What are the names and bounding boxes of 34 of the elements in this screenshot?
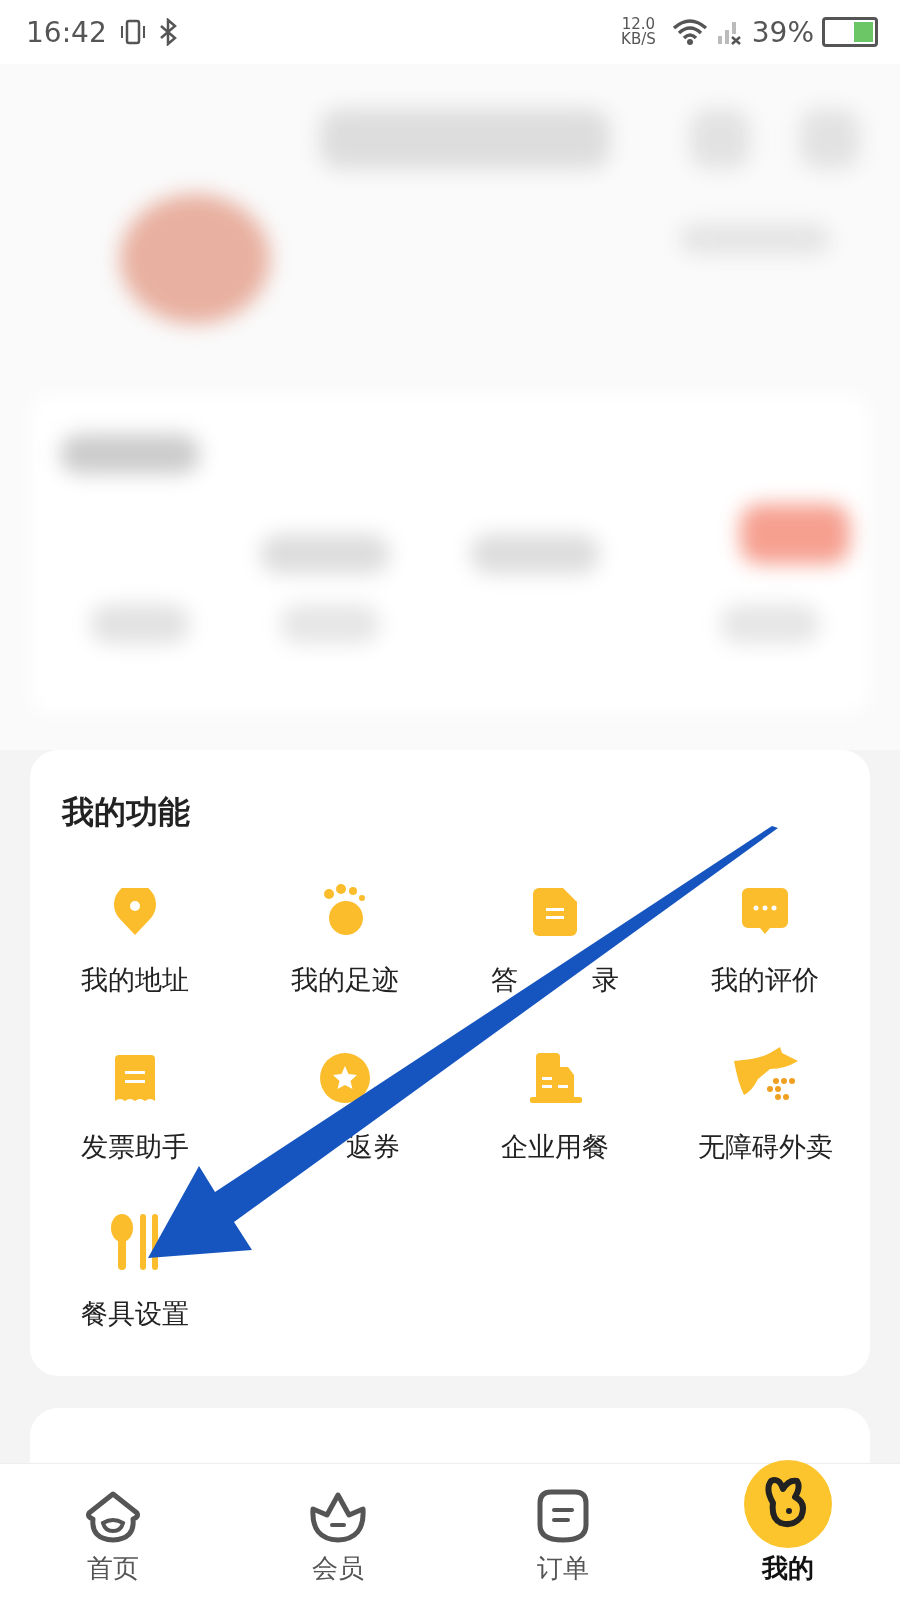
function-label[interactable]: 企业用餐 (501, 1129, 609, 1165)
function-label[interactable]: 返券 (346, 1129, 400, 1165)
bunny-face-icon (742, 1459, 833, 1549)
nav-tab[interactable]: 我的 (675, 1448, 900, 1600)
building-icon (528, 1053, 582, 1103)
chat-bubble-icon (742, 888, 788, 936)
function-label[interactable]: 我的评价 (711, 962, 819, 998)
network-speed: 12.0 (621, 17, 656, 32)
nav-tab[interactable]: 首页 (0, 1464, 225, 1600)
bluetooth-icon (158, 18, 177, 46)
document-icon (533, 888, 577, 936)
battery-icon (822, 17, 878, 47)
wifi-icon (671, 18, 708, 46)
receipt-icon (115, 1055, 155, 1103)
network-speed-unit: KB/S (621, 32, 656, 47)
location-pin-icon (113, 888, 157, 936)
status-time: 16:42 (26, 15, 107, 49)
function-label[interactable]: 无障碍外卖 (697, 1129, 833, 1165)
function-label[interactable]: 餐具设置 (81, 1296, 189, 1332)
section-title: 我的功能 (62, 793, 191, 832)
nav-tab[interactable]: 订单 (450, 1464, 675, 1600)
function-label[interactable]: 发票助手 (81, 1129, 189, 1165)
house-face-icon (84, 1491, 141, 1543)
function-label[interactable]: 我的地址 (81, 962, 189, 998)
nav-tab[interactable]: 会员 (225, 1464, 450, 1600)
function-label[interactable]: 答 (491, 962, 518, 998)
battery-percent: 39% (751, 15, 814, 49)
order-icon (536, 1489, 589, 1543)
function-label[interactable]: 我的足迹 (291, 962, 399, 998)
star-coin-icon (320, 1053, 370, 1103)
crown-icon (308, 1491, 367, 1543)
function-label[interactable]: 录 (592, 962, 619, 998)
cutlery-icon (110, 1214, 160, 1270)
vibrate-icon (118, 18, 147, 46)
